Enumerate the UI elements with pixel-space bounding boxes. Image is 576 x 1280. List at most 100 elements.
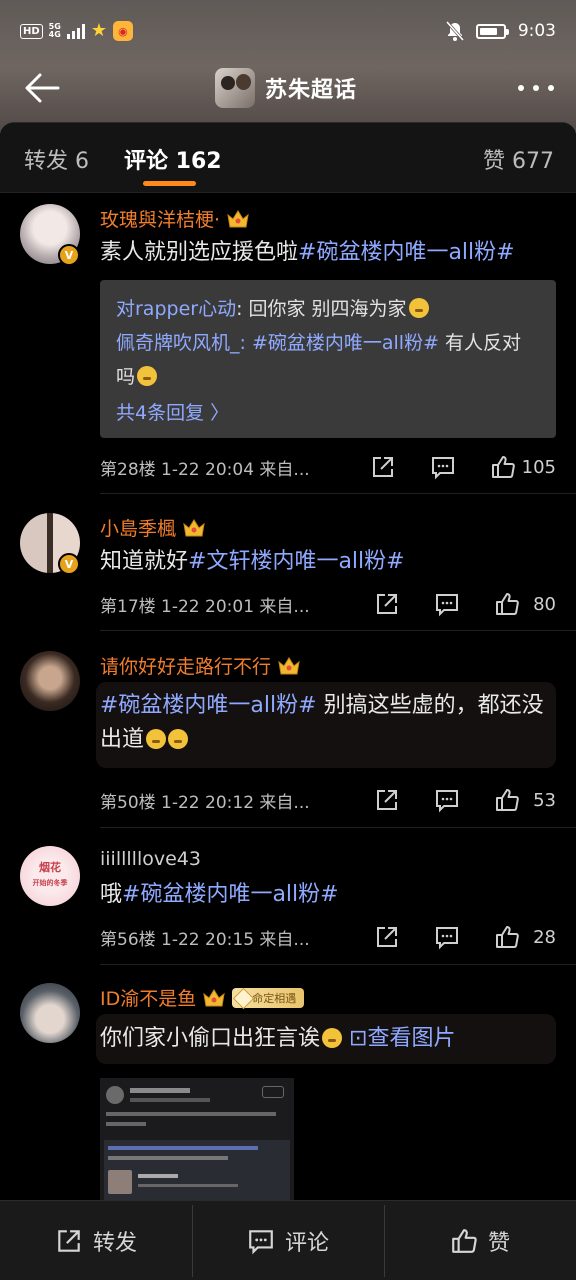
floor-time-source: 第28楼 1-22 20:04 来自... bbox=[100, 459, 310, 480]
view-image-link[interactable]: ⊡查看图片 bbox=[349, 1026, 455, 1051]
comment-1-meta: 第28楼 1-22 20:04 来自... 105 bbox=[100, 452, 556, 482]
title-group[interactable]: 苏朱超话 bbox=[215, 68, 357, 108]
comment-3-text: #碗盆楼内唯一all粉# 别搞这些虚的，都还没出道 bbox=[100, 693, 544, 752]
comment-3-avatar[interactable] bbox=[20, 651, 80, 711]
comment-divider bbox=[100, 630, 576, 631]
repost-icon[interactable] bbox=[374, 924, 400, 950]
reply-username[interactable]: 对rapper心动 bbox=[116, 298, 236, 320]
repost-label: 转发 bbox=[92, 1230, 137, 1256]
page-title: 苏朱超话 bbox=[265, 78, 358, 103]
like-icon[interactable] bbox=[494, 591, 520, 617]
username-text: ID渝不是鱼 bbox=[100, 988, 197, 1010]
username-text: 玫瑰與洋桔梗· bbox=[100, 209, 221, 231]
floor-time-source: 第17楼 1-22 20:01 来自... bbox=[100, 596, 310, 617]
emoji-icon bbox=[322, 1028, 343, 1048]
status-bar: HD 5G 4G ★ ◉ 9:03 bbox=[0, 0, 576, 62]
hd-indicator: HD bbox=[20, 23, 43, 39]
app-notification-icon: ◉ bbox=[112, 21, 133, 41]
comment-4-text: 哦#碗盆楼内唯一all粉# bbox=[100, 882, 339, 907]
app-root: HD 5G 4G ★ ◉ 9:03 苏朱超话 转发 6 评论 162 赞 677… bbox=[0, 0, 576, 1280]
network-bottom: 4G bbox=[48, 30, 61, 39]
comment-4-username[interactable]: iiilllllove43 bbox=[100, 848, 201, 870]
repost-icon bbox=[58, 1229, 80, 1252]
repost-icon[interactable] bbox=[370, 454, 396, 480]
comment-2-text: 知道就好#文轩楼内唯一all粉# bbox=[100, 549, 405, 574]
like-icon[interactable] bbox=[490, 454, 516, 480]
tab-bar: 转发 6 评论 162 赞 677 bbox=[0, 123, 576, 193]
topic-tag[interactable]: #文轩楼内唯一all粉# bbox=[188, 549, 405, 574]
more-icon[interactable] bbox=[518, 76, 554, 100]
comment-label: 评论 bbox=[284, 1230, 329, 1256]
comment-1-replies[interactable]: 对rapper心动: 回你家 别四海为家 佩奇牌吹风机_: #碗盆楼内唯一all… bbox=[100, 280, 556, 438]
like-icon[interactable] bbox=[494, 787, 520, 813]
floor-time-source: 第50楼 1-22 20:12 来自... bbox=[100, 792, 310, 813]
emoji-icon bbox=[146, 729, 167, 749]
comment-divider bbox=[100, 827, 576, 828]
username-text: 请你好好走路行不行 bbox=[100, 656, 272, 678]
signal-icon bbox=[66, 23, 85, 39]
emoji-icon bbox=[168, 729, 189, 749]
topic-tag[interactable]: #碗盆楼内唯一all粉# bbox=[298, 240, 515, 265]
like-label: 赞 bbox=[487, 1230, 510, 1256]
username-text: iiilllllove43 bbox=[100, 848, 201, 870]
comment-actions: 80 bbox=[374, 591, 556, 617]
topic-tag[interactable]: #碗盆楼内唯一all粉# bbox=[122, 882, 339, 907]
comment-divider bbox=[100, 493, 576, 494]
like-count: 53 bbox=[533, 789, 556, 811]
crown-icon bbox=[203, 988, 225, 1006]
like-count: 105 bbox=[521, 456, 556, 478]
comment-button[interactable]: 评论 bbox=[192, 1201, 384, 1280]
tab-repost[interactable]: 转发 6 bbox=[24, 143, 89, 175]
network-indicator: 5G 4G bbox=[49, 23, 61, 39]
crown-icon bbox=[183, 518, 205, 536]
comment-5-avatar[interactable] bbox=[20, 983, 80, 1043]
like-icon bbox=[452, 1228, 477, 1253]
topic-tag[interactable]: : #碗盆楼内唯一all粉# bbox=[240, 332, 439, 354]
comment-icon[interactable] bbox=[434, 924, 460, 950]
like-count: 28 bbox=[533, 926, 556, 948]
floor-time-source: 第56楼 1-22 20:15 来自... bbox=[100, 929, 310, 950]
comment-divider bbox=[100, 964, 576, 965]
comment-image-thumbnail[interactable] bbox=[100, 1078, 294, 1200]
comment-icon[interactable] bbox=[430, 454, 456, 480]
comment-actions: 105 bbox=[370, 454, 556, 480]
comment-actions: 53 bbox=[374, 787, 556, 813]
comment-4-avatar[interactable]: 烟花 开始的冬季 bbox=[20, 846, 80, 906]
supertopic-avatar bbox=[215, 68, 255, 108]
repost-icon[interactable] bbox=[374, 787, 400, 813]
repost-icon[interactable] bbox=[374, 591, 400, 617]
reply-username[interactable]: 佩奇牌吹风机_ bbox=[116, 332, 240, 354]
comment-icon[interactable] bbox=[434, 787, 460, 813]
thumb-avatar bbox=[106, 1086, 124, 1104]
comment-3-username[interactable]: 请你好好走路行不行 bbox=[100, 652, 301, 679]
like-count: 80 bbox=[533, 593, 556, 615]
repost-button[interactable]: 转发 bbox=[0, 1201, 192, 1280]
tab-like[interactable]: 赞 677 bbox=[483, 143, 554, 175]
reply-2: 佩奇牌吹风机_: #碗盆楼内唯一all粉# 有人反对吗 bbox=[116, 332, 522, 388]
comment-1-text: 素人就别选应援色啦#碗盆楼内唯一all粉# bbox=[100, 240, 515, 265]
star-icon: ★ bbox=[90, 20, 107, 41]
username-text: 小島季楓 bbox=[100, 518, 177, 540]
comment-5-text: 你们家小偷口出狂言诶 ⊡查看图片 bbox=[100, 1026, 456, 1051]
comment-2-username[interactable]: 小島季楓 bbox=[100, 514, 206, 541]
comment-5-username[interactable]: ID渝不是鱼 命定相遇 bbox=[100, 984, 305, 1011]
tab-comment[interactable]: 评论 162 bbox=[124, 143, 222, 175]
like-icon[interactable] bbox=[494, 924, 520, 950]
comment-4-meta: 第56楼 1-22 20:15 来自... 28 bbox=[100, 922, 556, 952]
title-bar: 苏朱超话 bbox=[0, 62, 576, 114]
comment-2-meta: 第17楼 1-22 20:01 来自... 80 bbox=[100, 589, 556, 619]
comment-1-username[interactable]: 玫瑰與洋桔梗· bbox=[100, 205, 250, 232]
clock: 9:03 bbox=[517, 21, 556, 41]
crown-icon bbox=[227, 209, 249, 227]
topic-tag[interactable]: #碗盆楼内唯一all粉# bbox=[100, 693, 317, 718]
comment-3-meta: 第50楼 1-22 20:12 来自... 53 bbox=[100, 785, 556, 815]
mute-icon bbox=[445, 21, 464, 41]
crown-icon bbox=[278, 656, 300, 674]
comment-icon[interactable] bbox=[434, 591, 460, 617]
more-replies-link[interactable]: 共4条回复 〉 bbox=[116, 396, 540, 430]
bottom-action-bar: 转发 评论 赞 bbox=[0, 1200, 576, 1280]
medal-badge: 命定相遇 bbox=[232, 987, 305, 1008]
back-arrow-icon[interactable] bbox=[22, 70, 62, 106]
comment-actions: 28 bbox=[374, 924, 556, 950]
like-button[interactable]: 赞 bbox=[384, 1201, 576, 1280]
